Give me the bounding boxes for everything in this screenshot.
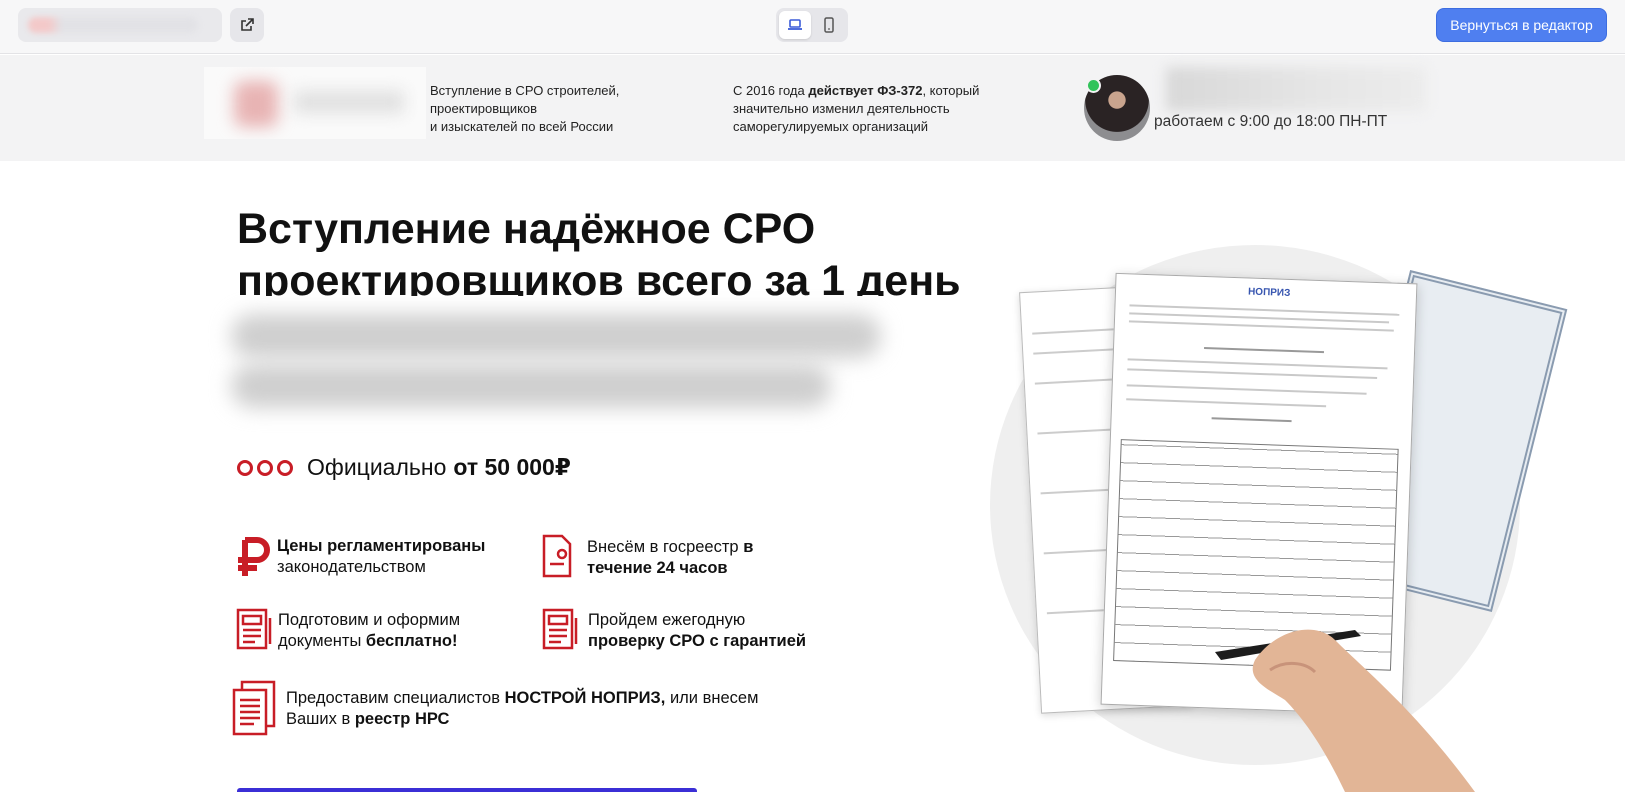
back-to-editor-button[interactable]: Вернуться в редактор xyxy=(1436,8,1607,42)
external-link-icon xyxy=(241,18,254,31)
feature-bold: реестр НРС xyxy=(354,710,450,728)
feature-text: Предоставим специалистов xyxy=(286,689,505,707)
desktop-view-button[interactable] xyxy=(779,11,811,39)
law-suffix: , который xyxy=(922,83,980,98)
feature-text: Пройдем ежегодную xyxy=(588,611,746,629)
feature-bold: бесплатно! xyxy=(365,632,458,650)
feature-registry: Внесём в госреестр в течение 24 часов xyxy=(540,534,753,579)
title-line: Вступление надёжное СРО xyxy=(237,205,816,253)
phone-icon xyxy=(824,17,834,33)
url-field[interactable] xyxy=(18,8,222,42)
law-prefix: С 2016 года xyxy=(733,83,809,98)
logo[interactable] xyxy=(204,67,426,139)
feature-text: Внесём в госреестр xyxy=(587,538,744,556)
feature-documents: Подготовим и оформим документы бесплатно! xyxy=(234,608,460,652)
open-external-button[interactable] xyxy=(230,8,264,42)
tagline-line: и изыскателей по всей России xyxy=(430,119,614,134)
blurred-phone[interactable] xyxy=(1166,67,1426,111)
header-tagline: Вступление в СРО строителей, проектировщ… xyxy=(430,82,670,136)
feature-prices: Цены регламентированы законодательством xyxy=(235,536,485,580)
site-header: Вступление в СРО строителей, проектировщ… xyxy=(0,55,1625,161)
work-hours: работаем с 9:00 до 18:00 ПН-ПТ xyxy=(1154,113,1388,130)
feature-bold: НОСТРОЙ НОПРИЗ, xyxy=(504,689,666,707)
feature-bold: проверку СРО с гарантией xyxy=(588,632,807,650)
feature-inspection: Пройдем ежегодную проверку СРО с гарантие… xyxy=(540,608,806,652)
law-bold: действует ФЗ-372 xyxy=(808,83,923,98)
documents-stack-icon xyxy=(232,680,276,736)
feature-specialists: Предоставим специалистов НОСТРОЙ НОПРИЗ,… xyxy=(230,680,758,736)
law-line: саморегулируемых организаций xyxy=(733,119,928,134)
feature-bold: в xyxy=(743,538,754,556)
title-line: проектировщиков всего за 1 день xyxy=(237,257,961,296)
mobile-view-button[interactable] xyxy=(813,11,845,39)
device-switch xyxy=(776,8,848,42)
blurred-subtitle xyxy=(225,296,925,412)
feature-text: Ваших в xyxy=(286,710,355,728)
blurred-url xyxy=(28,17,198,33)
doc-header: НОПРИЗ xyxy=(1247,286,1291,299)
dots-icon xyxy=(237,459,293,476)
feature-text: документы xyxy=(278,632,366,650)
tagline-line: Вступление в СРО строителей, xyxy=(430,83,620,98)
online-status-dot xyxy=(1086,78,1101,93)
ruble-icon xyxy=(238,537,270,576)
price-value: от 50 000₽ xyxy=(453,454,571,480)
document-icon xyxy=(236,608,272,650)
header-law-note: С 2016 года действует ФЗ-372, который зн… xyxy=(733,82,1003,136)
price-prefix: Официально xyxy=(307,454,447,480)
feature-text: Подготовим и оформим xyxy=(278,611,461,629)
price-row: Официально от 50 000₽ xyxy=(237,454,571,481)
feature-bold: Цены регламентированы xyxy=(277,537,486,555)
editor-toolbar: Вернуться в редактор xyxy=(0,0,1625,54)
feature-text: законодательством xyxy=(277,558,426,576)
registry-doc-icon xyxy=(542,534,572,578)
law-line: значительно изменил деятельность xyxy=(733,101,950,116)
feature-text: или внесем xyxy=(665,689,759,707)
tagline-line: проектировщиков xyxy=(430,101,538,116)
hand-with-pen-illustration xyxy=(1215,629,1475,792)
laptop-icon xyxy=(788,19,802,30)
hero-title: Вступление надёжное СРО проектировщиков в… xyxy=(237,203,1037,296)
feature-bold: течение 24 часов xyxy=(587,559,728,577)
cta-button[interactable] xyxy=(237,788,697,792)
document-icon xyxy=(542,608,578,650)
